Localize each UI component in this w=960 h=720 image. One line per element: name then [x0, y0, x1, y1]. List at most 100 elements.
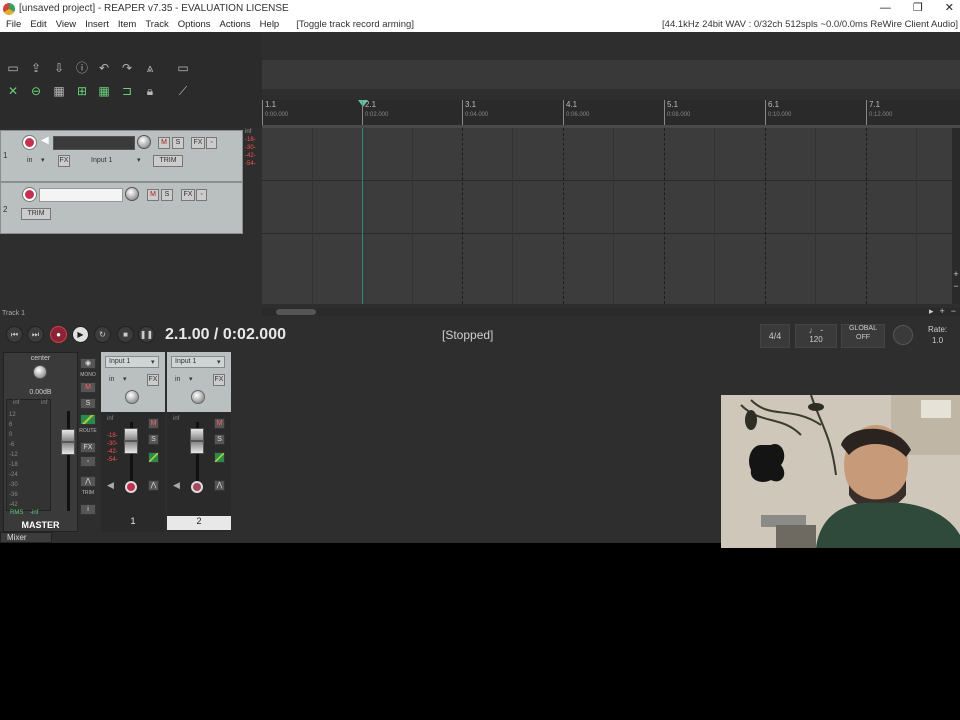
- scrollbar-thumb[interactable]: [276, 309, 316, 315]
- go-to-end-icon[interactable]: ⏭: [27, 326, 44, 343]
- play-button[interactable]: ▶: [72, 326, 89, 343]
- global-automation-box[interactable]: GLOBAL OFF: [841, 324, 885, 348]
- trim-button[interactable]: TRIM: [21, 208, 51, 220]
- fx-bypass-icon[interactable]: ◦: [196, 189, 207, 201]
- input-select-arrow-icon[interactable]: ▾: [137, 156, 141, 164]
- tempo-box[interactable]: ♩ - 120: [795, 324, 837, 348]
- solo-button[interactable]: S: [161, 189, 173, 201]
- audio-status[interactable]: [44.1kHz 24bit WAV : 0/32ch 512spls ~0.0…: [662, 19, 958, 30]
- track-name-field[interactable]: [53, 136, 135, 150]
- strip-io-mode[interactable]: in: [175, 376, 180, 383]
- menu-help[interactable]: Help: [260, 19, 280, 30]
- undo-icon[interactable]: ↶: [96, 60, 112, 76]
- strip-speaker-icon[interactable]: ◀: [173, 480, 180, 491]
- strip-record-arm-button[interactable]: [191, 481, 203, 493]
- go-to-start-icon[interactable]: ⏮: [6, 326, 23, 343]
- input-dropdown-arrow-icon[interactable]: ▾: [151, 358, 155, 366]
- stop-icon[interactable]: ■: [117, 326, 134, 343]
- strip-record-arm-button[interactable]: [125, 481, 137, 493]
- strip-fader[interactable]: [124, 428, 138, 454]
- strip-solo-button[interactable]: S: [214, 434, 225, 445]
- strip-number[interactable]: 1: [101, 516, 165, 530]
- strip-mute-button[interactable]: M: [214, 418, 225, 429]
- timeline-ruler[interactable]: 1.1 0:00.000 2.1 0:02.000 3.1 0:04.000 4.1 0…: [262, 100, 960, 128]
- snap-icon[interactable]: ⊐: [119, 83, 135, 99]
- solo-button[interactable]: S: [172, 137, 184, 149]
- master-fx-bypass-icon[interactable]: ◦: [80, 456, 96, 467]
- master-solo-button[interactable]: S: [80, 398, 96, 409]
- track-1[interactable]: 1 ◀ M S FX ◦ in ▾ FX Input 1 ▾ TRIM: [0, 130, 243, 182]
- snap-grid-icon[interactable]: ▦: [96, 83, 112, 99]
- playrate-knob[interactable]: [893, 325, 913, 345]
- mute-button[interactable]: M: [158, 137, 170, 149]
- scroll-right-icon[interactable]: ▸: [929, 306, 934, 317]
- zoom-out-icon[interactable]: −: [951, 306, 956, 317]
- zoom-out-vertical-icon[interactable]: −: [952, 280, 960, 292]
- envelope-icon[interactable]: ⊞: [74, 83, 90, 99]
- menu-view[interactable]: View: [56, 19, 76, 30]
- volume-knob[interactable]: [137, 135, 151, 149]
- strip-solo-button[interactable]: S: [148, 434, 159, 445]
- menu-file[interactable]: File: [6, 19, 21, 30]
- lock-icon[interactable]: 🔒︎: [142, 83, 158, 99]
- io-dropdown-icon[interactable]: ▾: [189, 375, 193, 383]
- record-arm-button[interactable]: [23, 188, 36, 201]
- strip-io-mode[interactable]: in: [109, 376, 114, 383]
- master-volume-readout[interactable]: 0.00dB: [4, 389, 77, 396]
- volume-knob[interactable]: [125, 187, 139, 201]
- input-fx-icon[interactable]: FX: [58, 155, 70, 167]
- master-mute-button[interactable]: M: [80, 382, 96, 393]
- strip-fader[interactable]: [190, 428, 204, 454]
- fx-bypass-icon[interactable]: ◦: [206, 137, 217, 149]
- track-lane-1[interactable]: [262, 128, 952, 181]
- mixer-strip-2[interactable]: Input 1 ▾ in ▾ FX inf M S ◀ ⋀ 2: [167, 352, 231, 532]
- strip-envelope-icon[interactable]: ⋀: [148, 480, 159, 491]
- redo-icon[interactable]: ↷: [119, 60, 135, 76]
- horizontal-scrollbar[interactable]: [262, 308, 960, 316]
- io-dropdown-icon[interactable]: ▾: [123, 375, 127, 383]
- input-mode[interactable]: in: [27, 157, 32, 164]
- track-2[interactable]: 2 M S FX ◦ TRIM: [0, 182, 243, 234]
- route-icon[interactable]: [80, 414, 96, 425]
- strip-speaker-icon[interactable]: ◀: [107, 480, 114, 491]
- open-project-icon[interactable]: ⇪: [28, 60, 44, 76]
- pause-icon[interactable]: ❚❚: [138, 326, 155, 343]
- menu-actions[interactable]: Actions: [220, 19, 251, 30]
- strip-pan-knob[interactable]: [125, 390, 139, 404]
- menu-edit[interactable]: Edit: [30, 19, 46, 30]
- toolbar-blank-icon[interactable]: ▭: [175, 60, 191, 76]
- save-project-icon[interactable]: ⇩: [51, 60, 67, 76]
- trim-envelope-icon[interactable]: ⋀: [80, 476, 96, 487]
- strip-mute-button[interactable]: M: [148, 418, 159, 429]
- strip-fx-icon[interactable]: [148, 452, 159, 463]
- track-input[interactable]: Input 1: [91, 157, 112, 164]
- master-strip[interactable]: center 0.00dB inf inf 12 6 0 -6 -12 -18 …: [3, 352, 78, 532]
- strip-envelope-icon[interactable]: ⋀: [214, 480, 225, 491]
- menu-item[interactable]: Item: [118, 19, 136, 30]
- record-arm-button[interactable]: [23, 136, 36, 149]
- time-signature[interactable]: 4/4: [760, 324, 790, 348]
- metronome-icon[interactable]: ⩓: [142, 60, 158, 76]
- master-info-button[interactable]: i: [80, 504, 96, 515]
- master-mono-icon[interactable]: ◉: [80, 358, 96, 369]
- master-pan-knob[interactable]: [33, 365, 47, 379]
- master-fader[interactable]: [61, 429, 75, 455]
- menu-track[interactable]: Track: [145, 19, 168, 30]
- ripple-edit-icon[interactable]: ✕: [5, 83, 21, 99]
- mixer-docker-tab[interactable]: Mixer: [0, 532, 52, 543]
- input-fx-icon[interactable]: FX: [147, 374, 159, 386]
- record-button[interactable]: ●: [50, 326, 67, 343]
- menu-options[interactable]: Options: [178, 19, 211, 30]
- arrange-view[interactable]: [262, 128, 952, 304]
- toolbar-tool-icon[interactable]: ⟋: [175, 83, 191, 99]
- restore-button[interactable]: ❐: [913, 0, 923, 17]
- master-fx-button[interactable]: FX: [80, 442, 96, 453]
- item-grouping-icon[interactable]: ⊖: [28, 83, 44, 99]
- mixer-strip-1[interactable]: Input 1 ▾ in ▾ FX inf -18- -30- -42- -54…: [101, 352, 165, 532]
- track-lane-2[interactable]: [262, 181, 952, 234]
- new-project-icon[interactable]: ▭: [5, 60, 21, 76]
- input-dropdown-arrow-icon[interactable]: ▾: [41, 156, 45, 164]
- input-dropdown-arrow-icon[interactable]: ▾: [217, 358, 221, 366]
- grid-icon[interactable]: ▦: [51, 83, 67, 99]
- playrate-display[interactable]: Rate: 1.0: [928, 324, 947, 346]
